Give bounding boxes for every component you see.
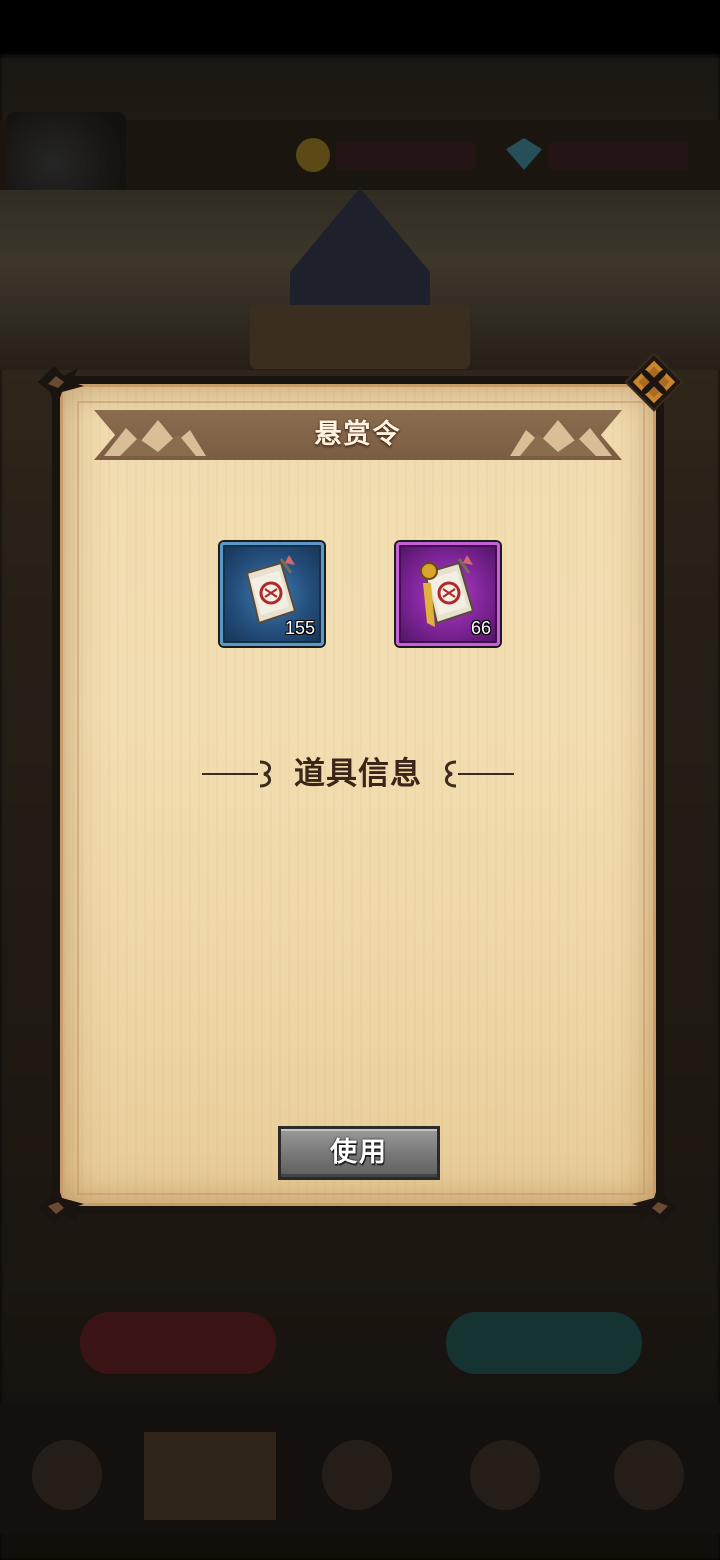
corner-ornament-icon (38, 1180, 84, 1224)
status-bar (0, 0, 720, 56)
use-button[interactable]: 使用 (278, 1126, 440, 1180)
close-x-icon[interactable] (622, 350, 686, 414)
game-screen: 悬赏令 155 66 道具信息 使用 (0, 0, 720, 1560)
modal-title: 悬赏令 (314, 419, 402, 450)
scroll-curl-icon (259, 760, 271, 788)
divider-line (458, 773, 514, 775)
use-button-label: 使用 (330, 1137, 388, 1168)
item-slot-bounty-blue[interactable]: 155 (220, 542, 324, 646)
item-count: 155 (284, 618, 315, 638)
corner-ornament-icon (632, 1180, 678, 1224)
bounty-modal: 悬赏令 155 66 道具信息 使用 (38, 352, 684, 1224)
section-divider: 道具信息 (202, 750, 514, 798)
item-slot-bounty-purple[interactable]: 66 (396, 542, 500, 646)
scroll-curl-icon (445, 760, 457, 788)
paper-inner-edge (77, 401, 645, 1195)
item-count: 66 (470, 618, 491, 638)
corner-ornament-icon (38, 366, 84, 410)
divider-line (202, 773, 258, 775)
item-info-title: 道具信息 (294, 756, 422, 792)
